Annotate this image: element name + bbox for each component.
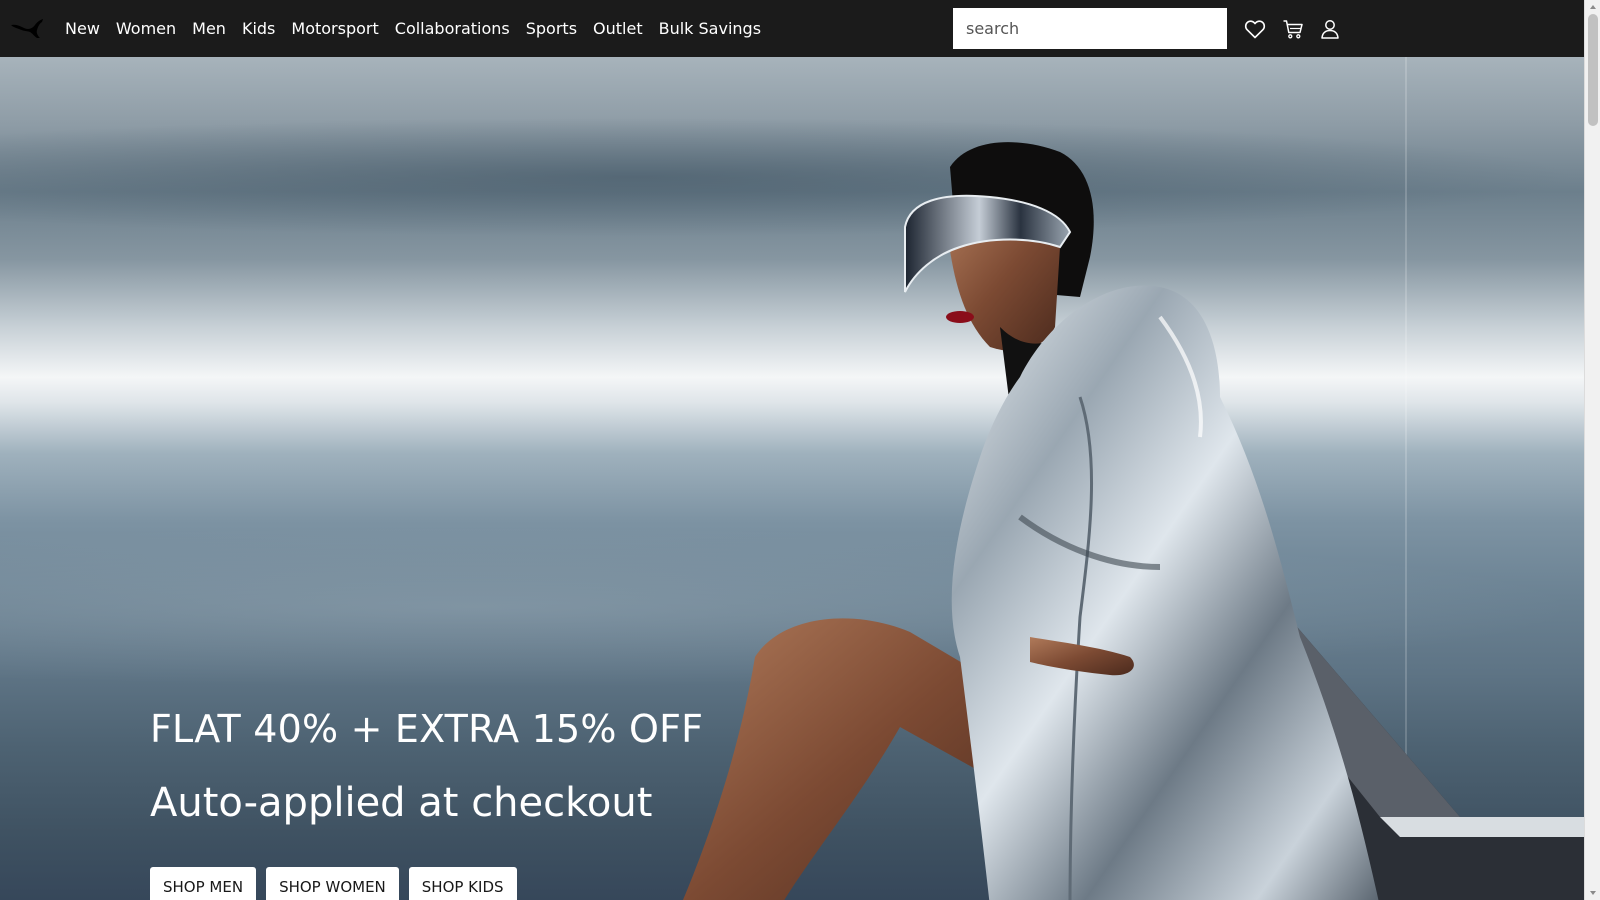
- hero-model-image: [682, 142, 1379, 900]
- search-input[interactable]: [953, 8, 1227, 49]
- user-icon[interactable]: [1318, 17, 1342, 41]
- shop-women-button[interactable]: SHOP WOMEN: [266, 867, 399, 900]
- hero-banner[interactable]: FLAT 40% + EXTRA 15% OFF Auto-applied at…: [0, 57, 1584, 900]
- nav-link-kids[interactable]: Kids: [234, 19, 283, 38]
- nav-link-sports[interactable]: Sports: [518, 19, 585, 38]
- scrollbar-thumb[interactable]: [1588, 14, 1598, 126]
- puma-logo-icon[interactable]: [10, 16, 44, 40]
- shop-men-button[interactable]: SHOP MEN: [150, 867, 257, 900]
- hero-background-glow: [0, 527, 1584, 687]
- cart-icon[interactable]: [1281, 17, 1305, 41]
- main-nav: New Women Men Kids Motorsport Collaborat…: [57, 0, 769, 57]
- scroll-up-arrow-icon[interactable]: [1585, 0, 1600, 14]
- nav-link-men[interactable]: Men: [184, 19, 234, 38]
- hero-background-shadow: [0, 117, 1584, 237]
- shop-kids-button[interactable]: SHOP KIDS: [408, 867, 517, 900]
- nav-link-women[interactable]: Women: [108, 19, 184, 38]
- hero-bench-image: [1260, 607, 1584, 900]
- nav-link-bulk-savings[interactable]: Bulk Savings: [651, 19, 769, 38]
- nav-link-motorsport[interactable]: Motorsport: [283, 19, 386, 38]
- hero-background-pillar: [1405, 57, 1407, 900]
- hero-headline: FLAT 40% + EXTRA 15% OFF: [150, 707, 704, 751]
- nav-link-new[interactable]: New: [57, 19, 108, 38]
- page-scrollbar[interactable]: [1584, 0, 1600, 900]
- top-navbar: New Women Men Kids Motorsport Collaborat…: [0, 0, 1584, 57]
- nav-link-outlet[interactable]: Outlet: [585, 19, 651, 38]
- nav-link-collaborations[interactable]: Collaborations: [387, 19, 518, 38]
- heart-icon[interactable]: [1243, 17, 1267, 41]
- hero-cta-group: SHOP MEN SHOP WOMEN SHOP KIDS: [150, 867, 517, 900]
- hero-subline: Auto-applied at checkout: [150, 780, 653, 826]
- scroll-down-arrow-icon[interactable]: [1585, 886, 1600, 900]
